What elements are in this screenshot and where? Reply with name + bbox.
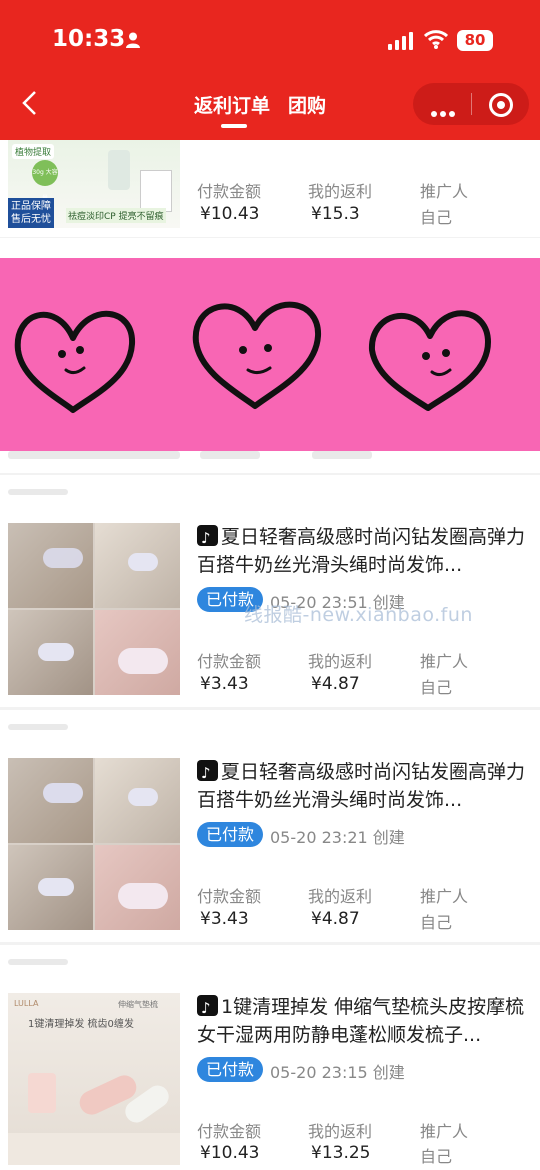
rebate-label: 我的返利 bbox=[308, 182, 373, 201]
rebate-value: ¥4.87 bbox=[311, 909, 360, 929]
product-image: LULLA 1键清理掉发 梳齿0缠发 伸缩气垫梳 bbox=[8, 993, 180, 1165]
watermark-text: 线报酷-new.xianbao.fun bbox=[244, 604, 473, 626]
wifi-icon bbox=[424, 30, 448, 49]
product-title[interactable]: 夏日轻奢高级感时尚闪钻发圈高弹力百搭牛奶丝光滑头绳时尚发饰... bbox=[197, 523, 532, 579]
active-tab-indicator bbox=[221, 124, 247, 128]
order-card[interactable]: 植物提取 30g 大容量 正品保障售后无忧 祛痘淡印CP 提亮不留痕 付款金额 … bbox=[0, 140, 540, 237]
product-image: 植物提取 30g 大容量 正品保障售后无忧 祛痘淡印CP 提亮不留痕 bbox=[8, 140, 180, 228]
pay-amount-label: 付款金额 bbox=[197, 887, 262, 906]
product-title[interactable]: 夏日轻奢高级感时尚闪钻发圈高弹力百搭牛奶丝光滑头绳时尚发饰... bbox=[197, 758, 532, 814]
rebate-value: ¥13.25 bbox=[311, 1143, 371, 1163]
person-icon bbox=[126, 32, 140, 48]
pay-amount-label: 付款金额 bbox=[197, 182, 262, 201]
signal-icon bbox=[388, 32, 413, 50]
rebate-label: 我的返利 bbox=[308, 887, 373, 906]
battery-indicator: 80 bbox=[457, 30, 493, 51]
order-date: 05-20 23:15 创建 bbox=[270, 1063, 405, 1082]
rebate-label: 我的返利 bbox=[308, 652, 373, 671]
status-badge: 已付款 bbox=[197, 1057, 263, 1082]
order-card[interactable]: LULLA 1键清理掉发 梳齿0缠发 伸缩气垫梳 1键清理掉发 伸缩气垫梳头皮按… bbox=[0, 975, 540, 1170]
douyin-icon bbox=[197, 759, 218, 787]
heart-doodles bbox=[14, 301, 491, 413]
mini-program-capsule bbox=[413, 83, 529, 125]
pay-amount-label: 付款金额 bbox=[197, 1122, 262, 1141]
rebate-value: ¥4.87 bbox=[311, 674, 360, 694]
product-image bbox=[8, 523, 180, 695]
promoter-value: 自己 bbox=[420, 1147, 453, 1166]
close-miniprogram-icon[interactable] bbox=[489, 93, 513, 117]
product-title[interactable]: 1键清理掉发 伸缩气垫梳头皮按摩梳女干湿两用防静电蓬松顺发梳子... bbox=[197, 993, 532, 1049]
rebate-label: 我的返利 bbox=[308, 1122, 373, 1141]
pay-amount-value: ¥3.43 bbox=[200, 674, 249, 694]
rebate-value: ¥15.3 bbox=[311, 204, 360, 224]
promoter-label: 推广人 bbox=[420, 1122, 469, 1141]
douyin-icon bbox=[197, 524, 218, 552]
promoter-value: 自己 bbox=[420, 678, 453, 697]
tab-rebate-orders[interactable]: 返利订单 bbox=[194, 91, 270, 118]
tab-group-buy[interactable]: 团购 bbox=[288, 91, 326, 118]
more-icon[interactable] bbox=[431, 102, 458, 121]
back-arrow-icon[interactable] bbox=[18, 90, 44, 116]
pay-amount-label: 付款金额 bbox=[197, 652, 262, 671]
pay-amount-value: ¥3.43 bbox=[200, 909, 249, 929]
status-badge: 已付款 bbox=[197, 822, 263, 847]
order-card[interactable]: 夏日轻奢高级感时尚闪钻发圈高弹力百搭牛奶丝光滑头绳时尚发饰... 已付款 05-… bbox=[0, 740, 540, 942]
promoter-label: 推广人 bbox=[420, 652, 469, 671]
promoter-label: 推广人 bbox=[420, 182, 469, 201]
promoter-value: 自己 bbox=[420, 208, 453, 227]
status-time: 10:33 bbox=[52, 26, 126, 52]
promoter-value: 自己 bbox=[420, 913, 453, 932]
product-image bbox=[8, 758, 180, 930]
top-bar: 10:33 80 返利订单 团购 bbox=[0, 0, 540, 140]
promoter-label: 推广人 bbox=[420, 887, 469, 906]
douyin-icon bbox=[197, 994, 218, 1022]
order-date: 05-20 23:21 创建 bbox=[270, 828, 405, 847]
pink-sticker-overlay bbox=[0, 258, 540, 451]
pay-amount-value: ¥10.43 bbox=[200, 1143, 260, 1163]
pay-amount-value: ¥10.43 bbox=[200, 204, 260, 224]
